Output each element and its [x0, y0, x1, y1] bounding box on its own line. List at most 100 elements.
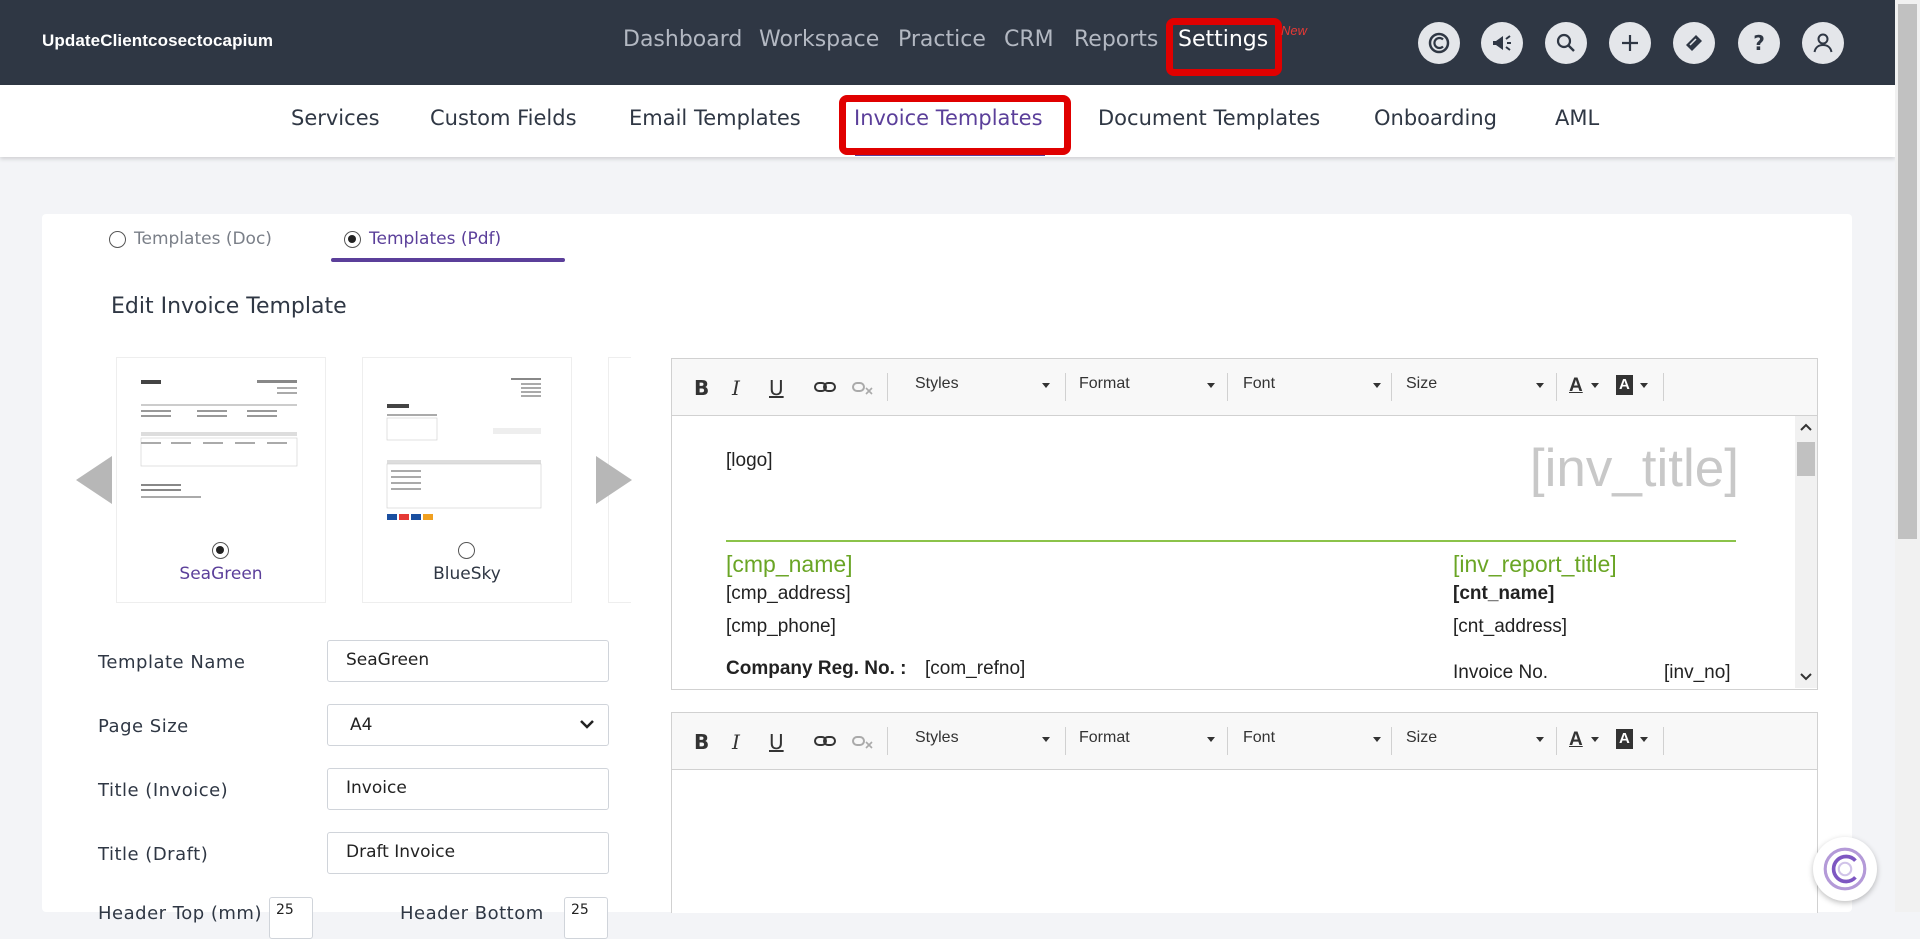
placeholder-logo: [logo] [726, 450, 773, 471]
title-draft-label: Title (Draft) [98, 844, 209, 865]
bg-color-label: A [1616, 729, 1633, 749]
editor-document-area[interactable] [672, 770, 1817, 914]
nav-reports[interactable]: Reports [1074, 27, 1158, 52]
bg-color-button[interactable]: A [1616, 729, 1648, 753]
editor-scroll-thumb[interactable] [1797, 442, 1815, 476]
plus-icon[interactable] [1609, 22, 1651, 64]
styles-dropdown[interactable]: Styles [915, 375, 1050, 399]
header-top-label: Header Top (mm) [98, 903, 262, 924]
font-dropdown-label: Font [1243, 375, 1276, 392]
section-title: Edit Invoice Template [111, 294, 347, 319]
radio-bluesky[interactable] [458, 542, 475, 559]
settings-highlight-box [1166, 18, 1282, 76]
chat-widget-icon[interactable] [1813, 837, 1877, 901]
seagreen-preview-image [137, 374, 305, 534]
toolbar-separator [1663, 373, 1664, 401]
help-icon[interactable]: ? [1738, 22, 1780, 64]
italic-button[interactable]: I [732, 376, 740, 400]
subnav-document-templates[interactable]: Document Templates [1098, 106, 1320, 130]
page-scrollbar[interactable] [1895, 0, 1920, 912]
styles-dropdown[interactable]: Styles [915, 729, 1050, 753]
carousel-next-arrow[interactable] [596, 456, 632, 504]
radio-templates-pdf[interactable] [344, 230, 361, 248]
title-draft-input[interactable]: Draft Invoice [327, 832, 609, 874]
tab-templates-pdf[interactable]: Templates (Pdf) [344, 229, 501, 249]
scroll-up-icon[interactable] [1800, 422, 1812, 434]
active-tab-underline [331, 258, 565, 262]
user-icon[interactable] [1802, 22, 1844, 64]
page-size-select[interactable]: A4 [327, 704, 609, 746]
subnav-onboarding[interactable]: Onboarding [1374, 106, 1497, 130]
company-reg-label: Company Reg. No. : [726, 658, 907, 679]
top-navbar: UpdateClientcosectocapium Dashboard Work… [0, 0, 1895, 85]
link-icon[interactable] [814, 379, 836, 395]
page-size-label: Page Size [98, 716, 189, 737]
title-invoice-label: Title (Invoice) [98, 780, 229, 801]
svg-text:?: ? [1753, 31, 1765, 55]
scroll-down-icon[interactable] [1800, 670, 1812, 682]
caret-down-icon [1207, 737, 1215, 742]
toolbar-separator [887, 373, 888, 401]
size-dropdown-label: Size [1406, 375, 1438, 392]
size-dropdown[interactable]: Size [1406, 729, 1544, 753]
template-name-input[interactable]: SeaGreen [327, 640, 609, 682]
toolbar-separator [1391, 727, 1392, 755]
capium-logo-icon[interactable] [1418, 22, 1460, 64]
subnav-email-templates[interactable]: Email Templates [629, 106, 801, 130]
size-dropdown[interactable]: Size [1406, 375, 1544, 399]
search-icon[interactable] [1545, 22, 1587, 64]
title-invoice-input[interactable]: Invoice [327, 768, 609, 810]
header-rich-text-editor[interactable]: B I U Styles Format Font Size A A [logo]… [671, 358, 1818, 690]
caret-down-icon [1042, 383, 1050, 388]
link-icon[interactable] [814, 733, 836, 749]
text-color-button[interactable]: A [1569, 375, 1599, 399]
radio-templates-doc[interactable] [109, 230, 126, 248]
app-brand[interactable]: UpdateClientcosectocapium [42, 31, 273, 51]
page-size-value: A4 [350, 715, 373, 735]
font-dropdown[interactable]: Font [1243, 729, 1381, 753]
underline-button[interactable]: U [769, 730, 784, 754]
styles-dropdown-label: Styles [915, 729, 959, 746]
radio-seagreen[interactable] [212, 542, 229, 559]
italic-button[interactable]: I [732, 730, 740, 754]
caret-down-icon [1536, 737, 1544, 742]
editor-scrollbar[interactable] [1795, 416, 1817, 688]
bg-color-button[interactable]: A [1616, 375, 1648, 399]
nav-crm[interactable]: CRM [1004, 27, 1054, 52]
subnav-aml[interactable]: AML [1555, 106, 1599, 130]
template-thumb-seagreen[interactable]: SeaGreen [116, 357, 326, 603]
nav-practice[interactable]: Practice [898, 27, 986, 52]
page-scroll-thumb[interactable] [1898, 4, 1917, 539]
template-thumb-bluesky[interactable]: BlueSky [362, 357, 572, 603]
tab-templates-doc[interactable]: Templates (Doc) [109, 229, 272, 249]
carousel-prev-arrow[interactable] [76, 456, 112, 504]
nav-dashboard[interactable]: Dashboard [623, 27, 742, 52]
toolbar-separator [1391, 373, 1392, 401]
bold-button[interactable]: B [694, 730, 709, 754]
toolbar-separator [1663, 727, 1664, 755]
ticket-icon[interactable] [1673, 22, 1715, 64]
format-dropdown[interactable]: Format [1079, 729, 1215, 753]
underline-button[interactable]: U [769, 376, 784, 400]
subnav-services[interactable]: Services [291, 106, 380, 130]
unlink-icon[interactable] [852, 379, 874, 395]
invoice-no-label: Invoice No. [1453, 662, 1549, 683]
header-bottom-input[interactable]: 25 [564, 897, 608, 939]
footer-rich-text-editor[interactable]: B I U Styles Format Font Size A A [671, 712, 1818, 913]
chevron-down-icon [580, 720, 594, 729]
bold-button[interactable]: B [694, 376, 709, 400]
text-color-button[interactable]: A [1569, 729, 1599, 753]
subnav-custom-fields[interactable]: Custom Fields [430, 106, 577, 130]
placeholder-com-refno: [com_refno] [925, 658, 1026, 679]
caret-down-icon [1207, 383, 1215, 388]
unlink-icon[interactable] [852, 733, 874, 749]
template-name-bluesky: BlueSky [433, 564, 501, 584]
editor-toolbar: B I U Styles Format Font Size A A [672, 359, 1817, 416]
font-dropdown[interactable]: Font [1243, 375, 1381, 399]
megaphone-icon[interactable] [1481, 22, 1523, 64]
font-dropdown-label: Font [1243, 729, 1276, 746]
editor-document-area[interactable]: [logo] [inv_title] [cmp_name] [cmp_addre… [672, 416, 1817, 688]
format-dropdown[interactable]: Format [1079, 375, 1215, 399]
nav-workspace[interactable]: Workspace [759, 27, 879, 52]
header-top-input[interactable]: 25 [269, 897, 313, 939]
